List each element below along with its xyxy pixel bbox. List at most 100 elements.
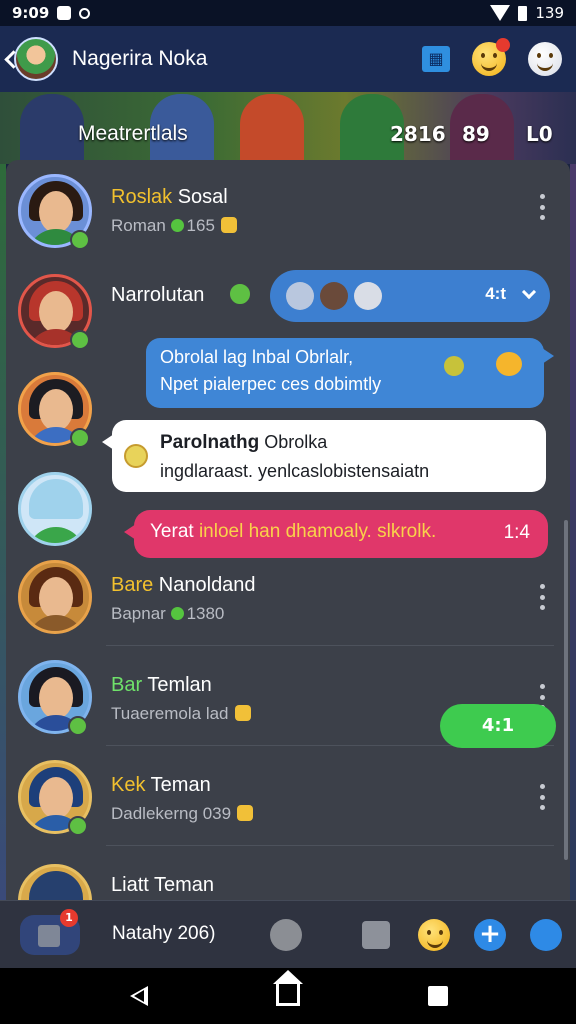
online-status-icon — [70, 428, 90, 448]
attachment-bubble[interactable]: 4:t — [270, 270, 550, 322]
contact-name-rest: Teman — [145, 774, 211, 796]
online-status-icon — [70, 330, 90, 350]
banner-count-1: 2816 — [390, 122, 446, 146]
chat-list-panel: Roslak Sosal Roman 165 Narrolutan 4:t Ob… — [6, 160, 570, 900]
bottom-bar: 1 Natahy 206) + — [0, 900, 576, 968]
banner-character — [240, 94, 304, 164]
contact-name: Kek Teman — [111, 774, 211, 797]
scrollbar[interactable] — [564, 520, 568, 860]
contact-name: Roslak Sosal — [111, 186, 228, 209]
avatar-face — [39, 291, 73, 333]
avatar-hood — [29, 871, 83, 900]
avatar-body — [27, 615, 85, 631]
message-time: 1:4 — [503, 522, 530, 543]
avatar[interactable] — [18, 864, 92, 900]
subtitle-text: Roman — [111, 216, 166, 235]
more-options-icon[interactable] — [540, 784, 546, 810]
app-bar: Nagerira Noka ▦ — [0, 26, 576, 92]
list-item[interactable]: Roslak Sosal Roman 165 — [6, 160, 554, 260]
avatar[interactable] — [18, 472, 92, 546]
list-item[interactable]: Kek Teman Dadlekerng 039 — [6, 760, 554, 860]
app-switcher-button[interactable]: 1 — [20, 909, 80, 955]
add-icon[interactable]: + — [474, 919, 506, 951]
banner-character — [20, 94, 84, 164]
nav-recents-icon[interactable] — [428, 986, 448, 1006]
avatar-body — [27, 527, 85, 543]
banner-label: Meatrertlals — [78, 122, 188, 145]
list-item[interactable]: Liatt Teman — [6, 860, 554, 900]
avatar-face — [39, 191, 73, 233]
avatar-face — [39, 677, 73, 719]
profile-icon[interactable] — [530, 919, 562, 951]
message-line: Npet pialerpec ces dobimtly — [160, 374, 382, 394]
sticker-icon[interactable] — [270, 919, 302, 951]
status-dot-icon — [170, 219, 184, 232]
join-call-button[interactable]: 4:1 — [440, 704, 556, 748]
system-nav-bar — [0, 968, 576, 1024]
more-options-icon[interactable] — [540, 584, 546, 610]
verified-icon — [228, 282, 252, 306]
attachment-thumb-icon — [286, 282, 314, 310]
contact-name-highlight: Bare — [111, 574, 154, 596]
calendar-icon[interactable] — [362, 921, 390, 949]
message-text: Yerat — [150, 521, 199, 542]
contact-name: Narrolutan — [111, 284, 205, 306]
status-right: 139 — [490, 4, 564, 22]
subtitle-extra: lad — [205, 704, 229, 723]
message-bubble-outgoing[interactable]: Obrolal lag lnbal Obrlalr, Npet pialerpe… — [146, 338, 554, 408]
contact-subtitle: Dadlekerng 039 — [111, 804, 254, 824]
notification-badge: 1 — [60, 909, 78, 927]
contact-name: Bare Nanoldand — [111, 574, 256, 597]
sticker-icon — [496, 352, 522, 376]
back-button-avatar[interactable] — [14, 37, 58, 81]
contact-name-highlight: Bar — [111, 674, 143, 696]
battery-level: 139 — [535, 4, 564, 22]
reactions-icon[interactable] — [472, 38, 510, 76]
list-item[interactable]: Bare Nanoldand Bapnar 1380 — [6, 560, 554, 660]
emoji-icon — [124, 444, 148, 468]
app-bar-actions: ▦ — [422, 38, 562, 76]
notification-icon — [57, 6, 72, 20]
emoji-icon — [237, 805, 254, 821]
avatar-face — [39, 577, 73, 619]
contact-subtitle: Tuaeremola lad — [111, 704, 251, 724]
emoji-icon — [234, 705, 251, 721]
folder-icon — [38, 925, 60, 947]
emoji-icon — [220, 217, 237, 233]
battery-icon — [518, 5, 528, 21]
banner-count-2: 89 — [462, 122, 490, 146]
message-title-rest: Obrolka — [259, 432, 328, 452]
subtitle-text: Tuaeremola — [111, 704, 202, 723]
subtitle-text: Bapnar — [111, 604, 166, 623]
apps-icon[interactable]: ▦ — [422, 46, 450, 72]
subtitle-text: Dadlekerng — [111, 804, 198, 823]
message-title: Parolnathg Obrolka — [160, 428, 532, 457]
message-bubble-incoming[interactable]: Parolnathg Obrolka ingdlaraast. yenlcasl… — [102, 420, 546, 492]
more-options-icon[interactable] — [540, 194, 546, 220]
emoji-icon — [444, 356, 464, 376]
screen: 9:09 139 Nagerira Noka ▦ Meatrertlals 28… — [0, 0, 576, 1024]
nav-home-icon[interactable] — [273, 970, 303, 1006]
avatar[interactable] — [18, 560, 92, 634]
divider — [106, 845, 554, 846]
contact-name-highlight: Roslak — [111, 186, 173, 208]
contact-subtitle: Roman 165 — [111, 216, 237, 236]
online-status-icon — [68, 816, 88, 836]
contact-name-rest: Temlan — [142, 674, 212, 696]
contact-name-highlight: Kek — [111, 774, 146, 796]
chevron-down-icon[interactable] — [521, 284, 537, 300]
status-time: 9:09 — [12, 4, 50, 22]
group-banner[interactable]: Meatrertlals 2816 89 L0 — [0, 92, 576, 164]
online-status-icon — [70, 230, 90, 250]
online-status-icon — [68, 716, 88, 736]
contact-name-rest: Sosal — [172, 186, 228, 208]
subtitle-extra: 039 — [202, 804, 232, 823]
subtitle-count: 1380 — [186, 604, 225, 623]
sync-icon — [79, 7, 91, 19]
avatar-face — [39, 389, 73, 431]
message-bubble-highlight[interactable]: Yerat inloel han dhamoaly. slkrolk. 1:4 — [124, 510, 548, 558]
emoji-icon[interactable] — [418, 919, 450, 951]
nav-back-icon[interactable] — [130, 986, 148, 1006]
profile-emoji-icon[interactable] — [528, 42, 562, 76]
divider — [106, 645, 554, 646]
